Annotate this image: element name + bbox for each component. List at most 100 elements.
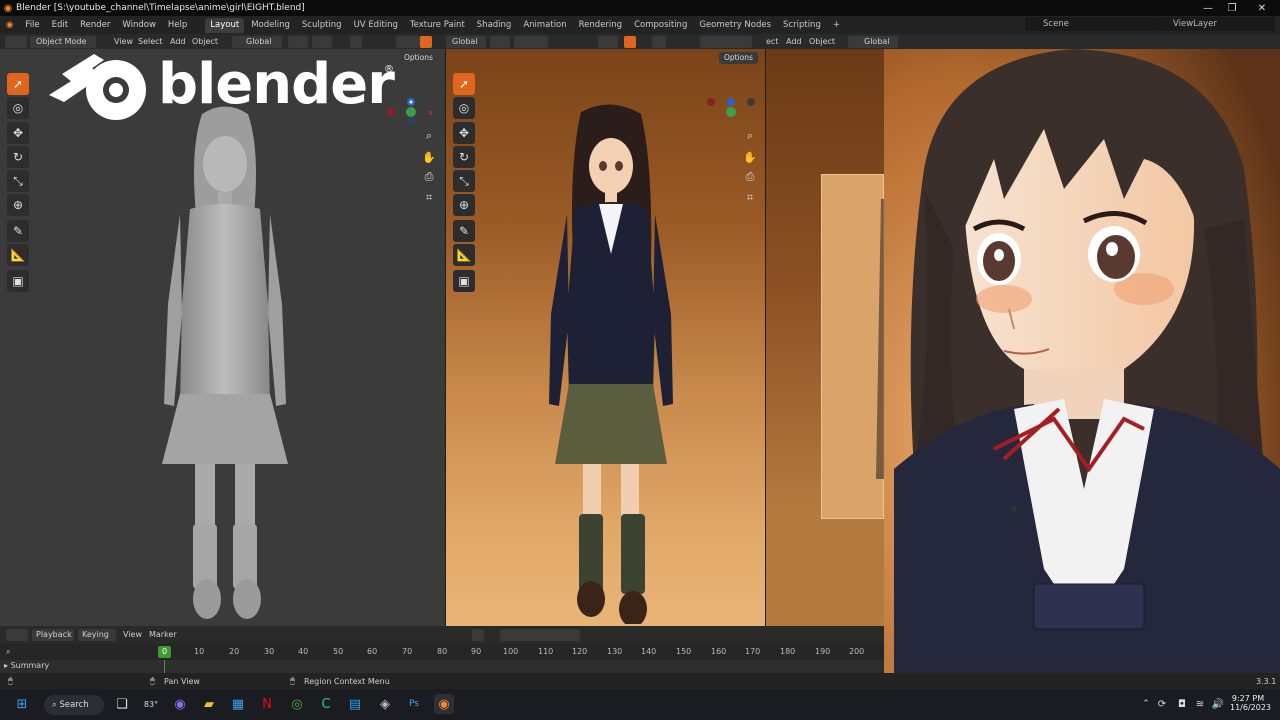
timeline-menu-marker[interactable]: Marker (149, 629, 177, 641)
vp2-move-tool-icon[interactable]: ✥ (453, 122, 475, 144)
menu-select[interactable]: Select (138, 36, 163, 48)
tab-geometry-nodes[interactable]: Geometry Nodes (694, 18, 776, 33)
wifi-icon[interactable]: ≋ (1190, 694, 1210, 714)
file-explorer-icon[interactable]: ▰ (199, 694, 219, 714)
tab-modeling[interactable]: Modeling (246, 18, 295, 33)
summary-row[interactable]: ▸ Summary (4, 661, 49, 670)
vp2-pivot-icon[interactable] (490, 36, 510, 48)
tray-app-icon[interactable]: ◘ (1172, 694, 1192, 714)
vp2-pan-hand-icon[interactable]: ✋ (742, 149, 758, 165)
tab-scripting[interactable]: Scripting (778, 18, 826, 33)
vp2-scale-tool-icon[interactable]: ⤡ (453, 170, 475, 192)
pivot-icon[interactable] (288, 36, 308, 48)
volume-icon[interactable]: 🔊 (1208, 694, 1228, 714)
add-cube-tool-icon[interactable]: ▣ (7, 270, 29, 292)
vp3-menu-object[interactable]: Object (809, 36, 835, 48)
select-tool-icon[interactable]: ➚ (7, 73, 29, 95)
vp2-transform-tool-icon[interactable]: ⊕ (453, 194, 475, 216)
vp2-measure-tool-icon[interactable]: 📐 (453, 244, 475, 266)
tab-uv-editing[interactable]: UV Editing (349, 18, 403, 33)
netflix-icon[interactable]: N (257, 694, 277, 714)
viewport-solid[interactable]: Options ➚ ◎ ✥ ↻ ⤡ ⊕ ✎ 📐 ▣ x ⌕ ✋ ⎙ ⌗ (0, 49, 445, 626)
tab-layout[interactable]: Layout (205, 17, 245, 33)
teams-icon[interactable]: ◉ (170, 694, 190, 714)
pan-hand-icon[interactable]: ✋ (421, 149, 437, 165)
tab-texture-paint[interactable]: Texture Paint (405, 18, 470, 33)
annotate-tool-icon[interactable]: ✎ (7, 220, 29, 242)
windows-start-icon[interactable]: ⊞ (12, 694, 32, 714)
tab-rendering[interactable]: Rendering (574, 18, 627, 33)
timeline-ruler[interactable]: ⌕ 0 10 20 30 40 50 60 70 80 90 100 110 1… (0, 644, 884, 660)
move-tool-icon[interactable]: ✥ (7, 122, 29, 144)
cursor-tool-icon[interactable]: ◎ (7, 97, 29, 119)
timeline-editor-type[interactable] (6, 629, 28, 641)
minimize-button[interactable]: — (1196, 0, 1220, 16)
tray-sync-icon[interactable]: ⟳ (1152, 694, 1172, 714)
viewport-camera[interactable] (766, 49, 884, 626)
menu-file[interactable]: File (19, 16, 45, 34)
snap-icon[interactable] (312, 36, 332, 48)
app-icon-c[interactable]: C (316, 694, 336, 714)
blender-menu-icon[interactable]: ◉ (0, 16, 19, 34)
tab-animation[interactable]: Animation (518, 18, 571, 33)
options-button[interactable]: Options (399, 52, 438, 64)
vp3-menu-view-partial[interactable]: ect (766, 36, 778, 48)
vp2-camera-icon[interactable]: ⎙ (742, 169, 758, 185)
rotate-tool-icon[interactable]: ↻ (7, 146, 29, 168)
tab-compositing[interactable]: Compositing (629, 18, 692, 33)
notepad-icon[interactable]: ▤ (345, 694, 365, 714)
gizmo-toggle-icon[interactable] (420, 36, 432, 48)
vp2-grid-toggle-icon[interactable]: ⌗ (742, 190, 758, 206)
view-layer-selector[interactable]: ViewLayer (1155, 17, 1275, 31)
menu-window[interactable]: Window (116, 16, 162, 34)
menu-object[interactable]: Object (192, 36, 218, 48)
vp2-rotate-tool-icon[interactable]: ↻ (453, 146, 475, 168)
vp3-menu-add[interactable]: Add (786, 36, 802, 48)
clock[interactable]: 9:27 PM 11/6/2023 (1230, 694, 1271, 712)
vp2-annotate-tool-icon[interactable]: ✎ (453, 220, 475, 242)
transform-tool-icon[interactable]: ⊕ (7, 194, 29, 216)
menu-add[interactable]: Add (170, 36, 186, 48)
record-button[interactable] (472, 629, 484, 641)
vp2-gizmo-icon[interactable] (624, 36, 636, 48)
menu-edit[interactable]: Edit (46, 16, 74, 34)
vp2-cursor-tool-icon[interactable]: ◎ (453, 97, 475, 119)
scene-selector[interactable]: Scene (1025, 17, 1155, 31)
vp2-zoom-icon[interactable]: ⌕ (742, 128, 758, 144)
vp2-visibility-icon[interactable] (598, 36, 618, 48)
maximize-button[interactable]: ❐ (1220, 0, 1244, 16)
taskbar-search[interactable]: ⌕ Search (44, 695, 104, 715)
tab-shading[interactable]: Shading (472, 18, 517, 33)
tab-sculpting[interactable]: Sculpting (297, 18, 347, 33)
shading-modes[interactable] (700, 36, 752, 48)
vp2-snap-icon[interactable] (514, 36, 548, 48)
add-workspace-button[interactable]: + (828, 18, 845, 33)
blender-taskbar-icon[interactable]: ◉ (434, 694, 454, 714)
menu-help[interactable]: Help (162, 16, 193, 34)
close-button[interactable]: ✕ (1250, 0, 1274, 16)
menu-view[interactable]: View (114, 36, 133, 48)
editor-type-button[interactable] (5, 36, 27, 48)
davinci-icon[interactable]: ◈ (375, 694, 395, 714)
chrome-icon[interactable]: ◎ (287, 694, 307, 714)
photoshop-icon[interactable]: Ps (404, 694, 424, 714)
task-view-icon[interactable]: ❑ (112, 694, 132, 714)
timeline-body[interactable]: ▸ Summary (0, 660, 884, 673)
zoom-icon[interactable]: ⌕ (421, 128, 437, 144)
scale-tool-icon[interactable]: ⤡ (7, 170, 29, 192)
weather-icon[interactable]: 83° (141, 694, 161, 714)
vp2-options-button[interactable]: Options (719, 52, 758, 64)
menu-render[interactable]: Render (74, 16, 116, 34)
proportional-editing-icon[interactable] (350, 36, 362, 48)
timeline-search-icon[interactable]: ⌕ (6, 647, 10, 657)
playback-controls[interactable] (500, 629, 580, 641)
vp2-add-cube-tool-icon[interactable]: ▣ (453, 270, 475, 292)
viewport-rendered[interactable]: Options ➚ ◎ ✥ ↻ ⤡ ⊕ ✎ 📐 ▣ ⌕ ✋ ⎙ ⌗ (446, 49, 765, 626)
xray-icon[interactable] (652, 36, 666, 48)
store-icon[interactable]: ▦ (228, 694, 248, 714)
grid-toggle-icon[interactable]: ⌗ (421, 190, 437, 206)
measure-tool-icon[interactable]: 📐 (7, 244, 29, 266)
vp2-select-tool-icon[interactable]: ➚ (453, 73, 475, 95)
camera-icon[interactable]: ⎙ (421, 169, 437, 185)
playhead[interactable]: 0 (158, 646, 171, 658)
